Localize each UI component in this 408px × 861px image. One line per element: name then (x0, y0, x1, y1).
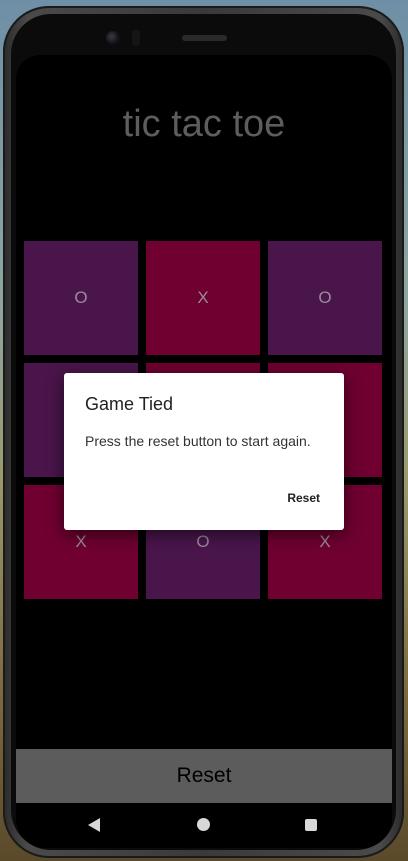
reset-button[interactable]: Reset (16, 749, 392, 803)
game-tied-dialog: Game Tied Press the reset button to star… (64, 373, 344, 530)
board-cell-0[interactable]: O (24, 241, 138, 355)
navigation-bar (16, 803, 392, 848)
dialog-reset-button[interactable]: Reset (281, 485, 326, 511)
front-camera (106, 31, 120, 45)
earpiece-speaker (182, 35, 227, 41)
back-icon[interactable] (88, 818, 100, 832)
dialog-message: Press the reset button to start again. (85, 433, 311, 449)
sensor (132, 30, 140, 46)
board-cell-2[interactable]: O (268, 241, 382, 355)
app-screen: tic tac toe O X O X O X Reset Game Tied … (16, 55, 392, 848)
dialog-title: Game Tied (85, 394, 174, 414)
app-title: tic tac toe (122, 103, 286, 145)
board-cell-1[interactable]: X (146, 241, 260, 355)
recents-icon[interactable] (305, 819, 317, 831)
home-icon[interactable] (197, 818, 210, 831)
